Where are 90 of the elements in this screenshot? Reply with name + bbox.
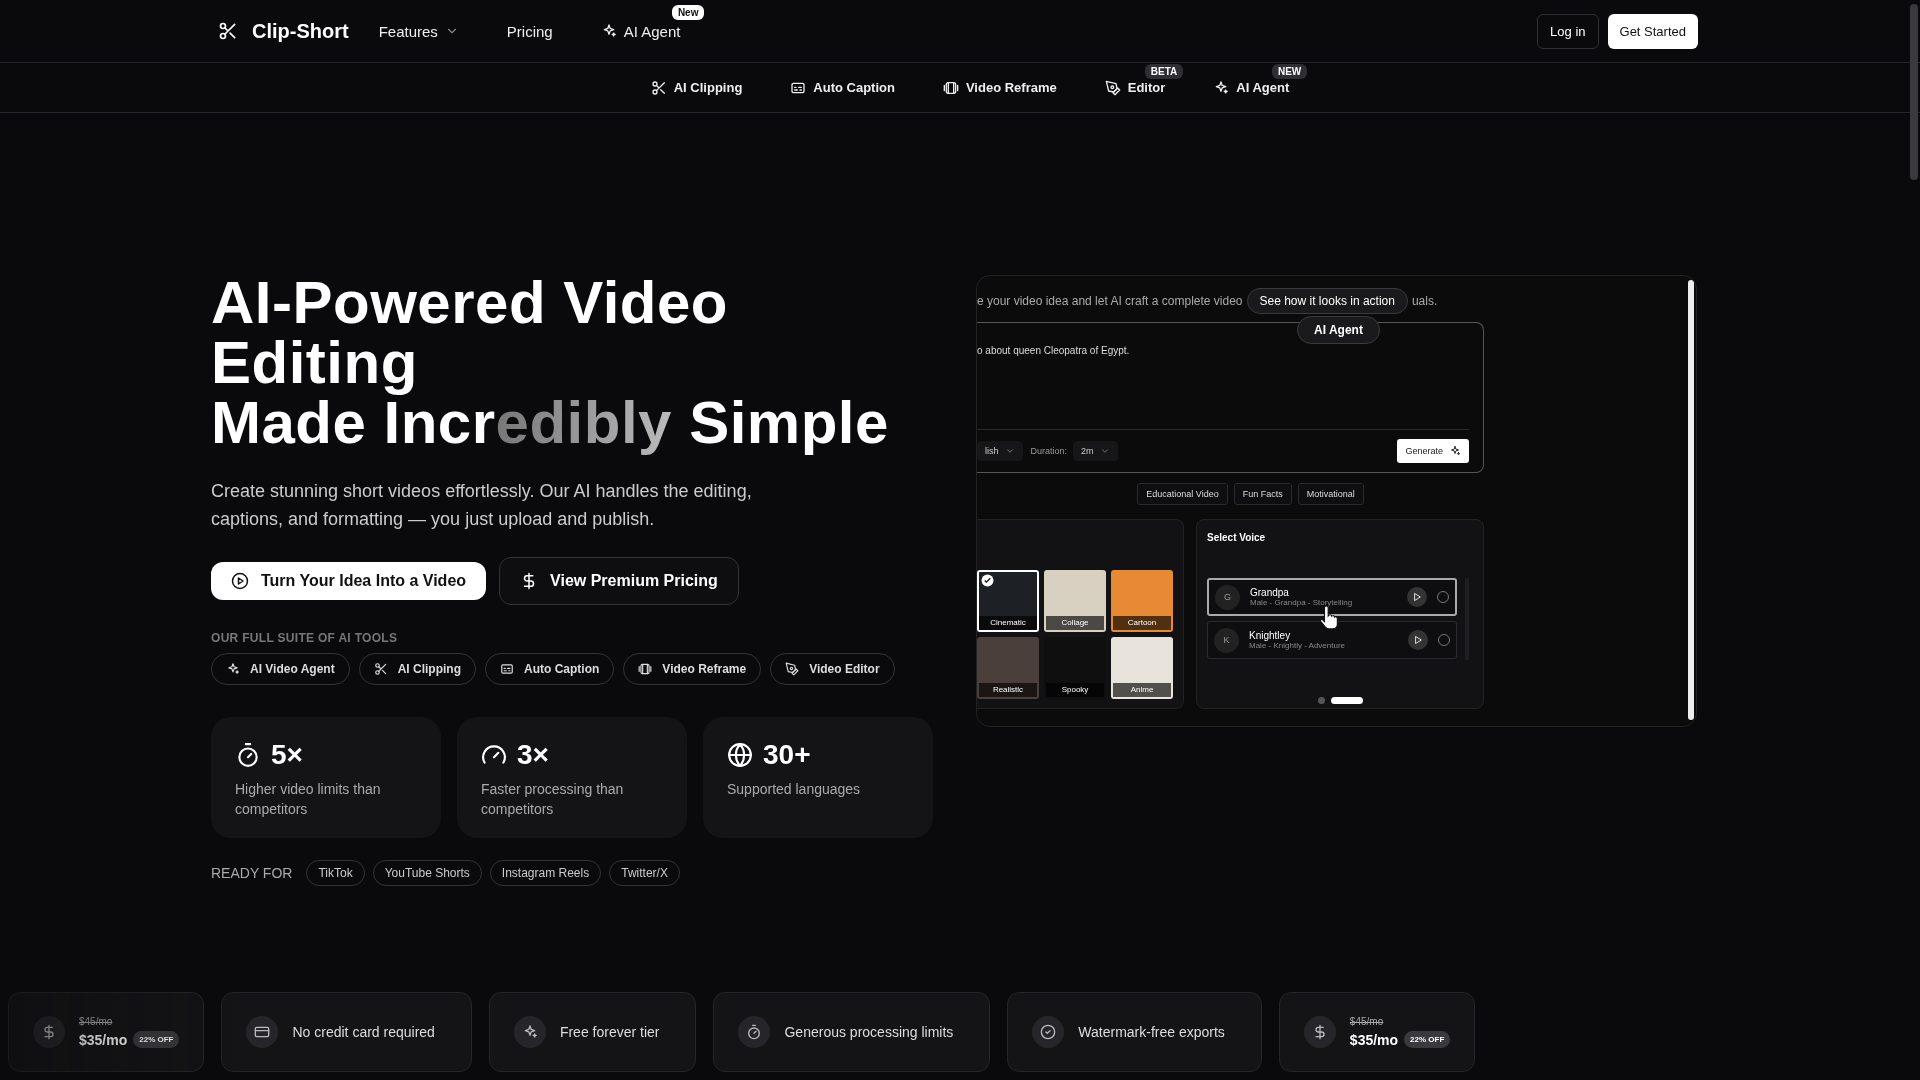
new-badge: New [671,4,705,20]
globe-icon [727,742,753,768]
voice-option[interactable]: K Knightley Male - Knightly - Adventure [1207,621,1457,659]
tooltip: See how it looks in action [1246,288,1408,314]
slide-indicator[interactable] [1330,697,1363,704]
feature-link[interactable]: Editor [1104,79,1166,96]
stopwatch-icon [235,742,261,768]
stat-value: 5× [271,739,303,771]
brand-name[interactable]: Clip-Short [252,19,349,43]
perk-label: Generous processing limits [784,1024,954,1040]
discount-badge: 22% OFF [133,1031,180,1048]
ai-agent-badge: AI Agent [1297,316,1380,344]
frame-icon [638,662,653,676]
style-thumbnail[interactable]: Cartoon [1111,570,1173,632]
template-chip[interactable]: Fun Facts [1233,483,1292,505]
voice-name: Knightley [1249,630,1292,641]
tools-heading: OUR FULL SUITE OF AI TOOLS [211,631,399,645]
voice-option[interactable]: G Grandpa Male - Grandpa - Storytelling [1207,578,1457,616]
discount-badge: 22% OFF [1404,1031,1451,1048]
perk-label: Free forever tier [559,1024,660,1040]
play-icon [1412,592,1422,602]
feature-badge: NEW [1271,63,1308,79]
stat-caption: Faster processing than competitors [481,780,625,819]
credit-card-icon [254,1024,271,1040]
style-thumbnail[interactable]: Realistic [977,637,1039,699]
language-dropdown[interactable]: lish [977,441,1023,461]
get-started-button[interactable]: Get Started [1607,13,1698,49]
nav-link[interactable]: AI Agent [600,22,681,40]
hero-subtitle: Create stunning short videos effortlessly. Our AI handles the editing, captions, and formatting — you just upload and publish. [211,480,753,531]
frame-icon [942,79,959,96]
ready-for-label: READY FOR [211,865,293,881]
hero-headline: AI-Powered Video Editing Made Incredibly Simple [211,273,890,453]
stopwatch-icon [746,1024,763,1040]
stat-caption: Higher video limits than competitors [235,780,382,819]
template-chip[interactable]: Motivational [1297,483,1364,505]
check-circle-icon [1040,1024,1057,1040]
scissors-icon [650,79,667,96]
old-price: $45/mo [1349,1016,1385,1027]
log-in-button[interactable]: Log in [1537,13,1599,49]
old-price: $45/mo [79,1016,114,1027]
intro-text: uals. [1411,294,1438,308]
nav-link[interactable]: Features [378,22,459,40]
feature-link[interactable]: AI Agent [1213,79,1290,96]
price: $35/mo [1349,1031,1399,1048]
stat-value: 3× [517,739,549,771]
check-icon [981,574,994,587]
pricing-button[interactable]: View Premium Pricing [499,557,739,605]
style-thumbnail[interactable]: Spooky [1044,637,1106,699]
prompt-text: o about queen Cleopatra of Egypt. [977,345,1131,356]
style-thumbnail[interactable]: Cinematic [977,570,1039,632]
voice-name: Grandpa [1250,587,1290,598]
feature-link[interactable]: Auto Caption [790,79,895,96]
scrollbar-thumb[interactable] [1688,280,1694,720]
pen-icon [1104,79,1121,96]
feature-link[interactable]: Video Reframe [942,79,1057,96]
play-button[interactable] [1407,587,1427,607]
play-icon [1413,635,1423,645]
scissors-icon [373,662,388,676]
stat-value: 30+ [763,739,811,771]
feature-link[interactable]: AI Clipping [650,79,743,96]
voice-avatar: G [1215,584,1240,610]
template-chip[interactable]: Educational Video [1137,483,1228,505]
chevron-down-icon [1004,446,1015,456]
voice-details: Male - Grandpa - Storytelling [1250,598,1354,607]
sparkle-icon [226,662,240,676]
nav-link[interactable]: Pricing [506,22,553,40]
page-scrollbar-thumb[interactable] [1910,4,1918,180]
sparkle-icon [1449,445,1461,457]
price: $35/mo [79,1031,128,1048]
voice-details: Male - Knightly - Adventure [1249,641,1347,650]
voice-heading: Select Voice [1207,532,1267,543]
duration-label: Duration: [1030,446,1068,456]
stat-caption: Supported languages [727,780,862,799]
feature-badge: BETA [1144,63,1184,79]
perk-label: No credit card required [292,1024,435,1040]
style-thumbnail[interactable]: Anime [1111,637,1173,699]
circle-play-icon [231,572,249,590]
caption-icon [500,662,514,676]
sparkle-icon [1213,79,1230,96]
pen-icon [785,662,800,676]
dollar-icon [41,1024,57,1040]
perk-label: Watermark-free exports [1078,1024,1225,1040]
intro-text: e your video idea and let AI craft a complete video [977,294,1243,308]
voice-avatar: K [1214,627,1239,653]
chevron-down-icon [1099,446,1110,456]
play-button[interactable] [1408,630,1428,650]
style-thumbnail[interactable]: Collage [1044,570,1106,632]
create-video-button[interactable]: Turn Your Idea Into a Video [211,562,487,600]
generate-button[interactable]: Generate [1397,439,1469,463]
duration-dropdown[interactable]: 2m [1073,441,1118,461]
